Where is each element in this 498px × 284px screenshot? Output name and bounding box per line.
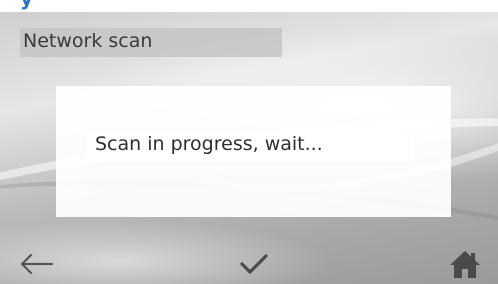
arrow-left-icon <box>20 253 54 275</box>
status-message-box: Scan in progress, wait... <box>87 132 414 161</box>
top-strip: y <box>0 0 498 12</box>
status-message: Scan in progress, wait... <box>95 133 323 155</box>
check-icon <box>240 254 268 274</box>
cropped-header-text: y <box>20 0 34 10</box>
home-button[interactable] <box>448 249 482 279</box>
back-button[interactable] <box>18 252 54 276</box>
progress-dialog: Scan in progress, wait... <box>56 86 451 217</box>
screen-title: Network scan <box>23 30 153 52</box>
device-screen: Network scan Scan in progress, wait... <box>0 12 498 284</box>
confirm-button[interactable] <box>238 252 270 276</box>
home-icon <box>450 251 480 278</box>
title-bar: Network scan <box>20 28 282 57</box>
